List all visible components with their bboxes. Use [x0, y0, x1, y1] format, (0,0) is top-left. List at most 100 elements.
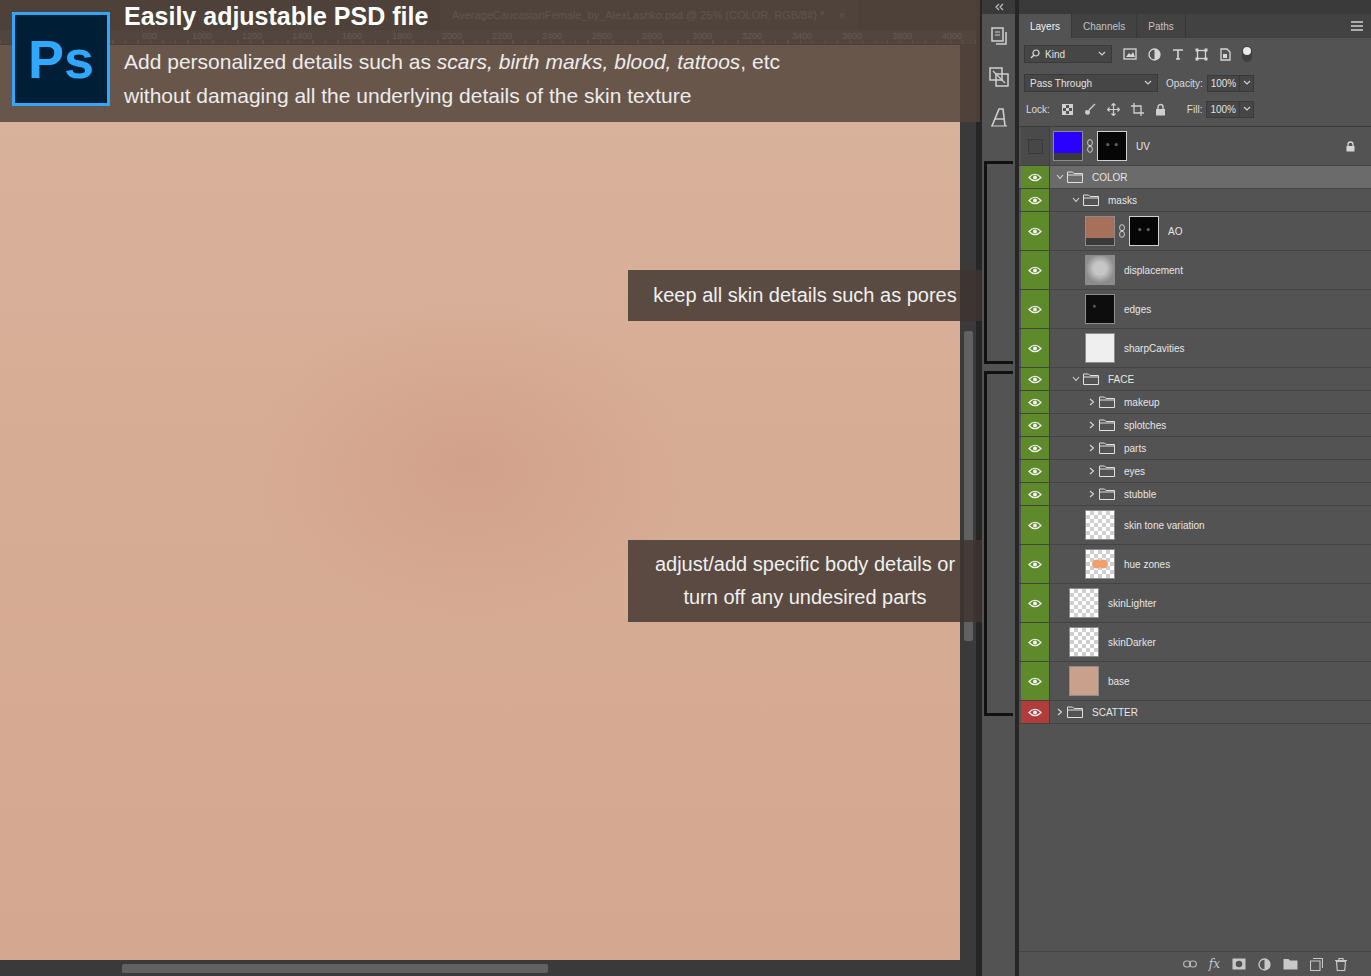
panel-tab[interactable]: Layers [1019, 14, 1072, 38]
layer-row[interactable]: displacement [1019, 251, 1371, 290]
layer-row[interactable]: parts [1019, 437, 1371, 460]
visibility-toggle[interactable] [1021, 290, 1050, 328]
layer-row[interactable]: UV [1019, 127, 1371, 166]
eye-icon [1028, 708, 1042, 717]
lock-all-icon[interactable] [1155, 103, 1166, 116]
chevron-right-icon[interactable] [1088, 444, 1096, 452]
visibility-toggle[interactable] [1021, 212, 1050, 250]
panel-menu-icon[interactable] [1351, 21, 1363, 31]
layer-row[interactable]: sharpCavities [1019, 329, 1371, 368]
visibility-toggle[interactable] [1021, 437, 1050, 459]
visibility-toggle[interactable] [1021, 368, 1050, 390]
blend-mode-select[interactable]: Pass Through [1024, 74, 1158, 92]
new-group-icon[interactable] [1283, 958, 1298, 970]
collapse-bar[interactable] [982, 0, 1015, 14]
layer-row[interactable]: AO [1019, 212, 1371, 251]
mask-thumbnail[interactable] [1097, 131, 1127, 161]
visibility-toggle[interactable] [1021, 460, 1050, 482]
character-style-icon[interactable] [989, 106, 1009, 128]
layer-name: SCATTER [1092, 707, 1138, 718]
texture-canvas[interactable] [0, 45, 960, 960]
fill-dropdown[interactable] [1240, 101, 1254, 118]
chevron-right-icon[interactable] [1056, 708, 1064, 716]
chevron-down-icon[interactable] [1056, 173, 1064, 181]
lock-position-icon[interactable] [1107, 103, 1120, 116]
layer-body: skinLighter [1050, 584, 1371, 622]
layer-name: edges [1124, 304, 1151, 315]
vertical-scrollbar[interactable] [960, 45, 976, 960]
visibility-toggle[interactable] [1021, 483, 1050, 505]
chevron-down-icon[interactable] [1072, 196, 1080, 204]
chevron-right-icon[interactable] [1088, 467, 1096, 475]
mask-thumbnail[interactable] [1129, 216, 1159, 246]
layer-row[interactable]: makeup [1019, 391, 1371, 414]
new-layer-icon[interactable] [1310, 958, 1323, 971]
layer-row[interactable]: splotches [1019, 414, 1371, 437]
horizontal-scrollbar[interactable] [0, 960, 976, 976]
layer-row[interactable]: hue zones [1019, 545, 1371, 584]
chevron-down-icon [1098, 51, 1106, 57]
collapse-icon[interactable] [994, 3, 1004, 11]
layer-thumbnail [1085, 255, 1115, 285]
layer-row[interactable]: masks [1019, 189, 1371, 212]
eye-icon [1028, 266, 1042, 275]
visibility-toggle[interactable] [1021, 127, 1050, 165]
link-icon[interactable] [1087, 139, 1093, 153]
opacity-dropdown[interactable] [1240, 75, 1254, 92]
adjustment-layer-icon[interactable] [1258, 958, 1271, 971]
adjustment-filter-icon[interactable] [1148, 48, 1161, 61]
fill-field[interactable]: 100% [1206, 101, 1240, 118]
chevron-right-icon[interactable] [1088, 490, 1096, 498]
filter-kind-select[interactable]: Kind [1024, 45, 1112, 63]
annotation-callout: keep all skin details such as pores [628, 270, 982, 321]
add-mask-icon[interactable] [1232, 958, 1246, 970]
shape-filter-icon[interactable] [1195, 48, 1208, 61]
chevron-down-icon[interactable] [1072, 375, 1080, 383]
visibility-toggle[interactable] [1021, 701, 1050, 723]
visibility-toggle[interactable] [1021, 584, 1050, 622]
visibility-toggle[interactable] [1021, 251, 1050, 289]
layer-row[interactable]: base [1019, 662, 1371, 701]
trash-icon[interactable] [1335, 958, 1347, 971]
properties-icon[interactable] [988, 66, 1010, 88]
layer-name: displacement [1124, 265, 1183, 276]
visibility-toggle[interactable] [1021, 414, 1050, 436]
visibility-toggle[interactable] [1021, 506, 1050, 544]
chevron-down-icon [1144, 80, 1152, 86]
history-icon[interactable] [989, 26, 1009, 48]
lock-transparency-icon[interactable] [1062, 104, 1073, 115]
smart-object-filter-icon[interactable] [1219, 48, 1231, 61]
pixel-filter-icon[interactable] [1123, 48, 1137, 60]
layer-row[interactable]: SCATTER [1019, 701, 1371, 724]
layer-name: hue zones [1124, 559, 1170, 570]
visibility-toggle[interactable] [1021, 623, 1050, 661]
layer-body: displacement [1050, 251, 1371, 289]
type-filter-icon[interactable] [1172, 48, 1184, 60]
visibility-toggle[interactable] [1021, 391, 1050, 413]
visibility-toggle[interactable] [1021, 189, 1050, 211]
layer-row[interactable]: edges [1019, 290, 1371, 329]
filter-toggle[interactable] [1242, 46, 1252, 62]
panel-tab[interactable]: Paths [1137, 14, 1186, 38]
layer-row[interactable]: skin tone variation [1019, 506, 1371, 545]
lock-artboard-icon[interactable] [1131, 103, 1144, 116]
chevron-right-icon[interactable] [1088, 421, 1096, 429]
layer-row[interactable]: skinLighter [1019, 584, 1371, 623]
scrollbar-thumb[interactable] [122, 964, 548, 973]
chevron-right-icon[interactable] [1088, 398, 1096, 406]
visibility-toggle[interactable] [1021, 166, 1050, 188]
layer-row[interactable]: stubble [1019, 483, 1371, 506]
lock-pixels-icon[interactable] [1084, 103, 1096, 115]
visibility-toggle[interactable] [1021, 329, 1050, 367]
opacity-field[interactable]: 100% [1207, 75, 1241, 92]
layer-row[interactable]: skinDarker [1019, 623, 1371, 662]
link-icon[interactable] [1119, 224, 1125, 238]
layer-style-button[interactable]: fx [1209, 957, 1220, 971]
panel-tab[interactable]: Channels [1072, 14, 1137, 38]
layer-row[interactable]: COLOR [1019, 166, 1371, 189]
layer-row[interactable]: eyes [1019, 460, 1371, 483]
visibility-toggle[interactable] [1021, 662, 1050, 700]
layer-row[interactable]: FACE [1019, 368, 1371, 391]
visibility-toggle[interactable] [1021, 545, 1050, 583]
link-layers-icon[interactable] [1183, 960, 1197, 968]
